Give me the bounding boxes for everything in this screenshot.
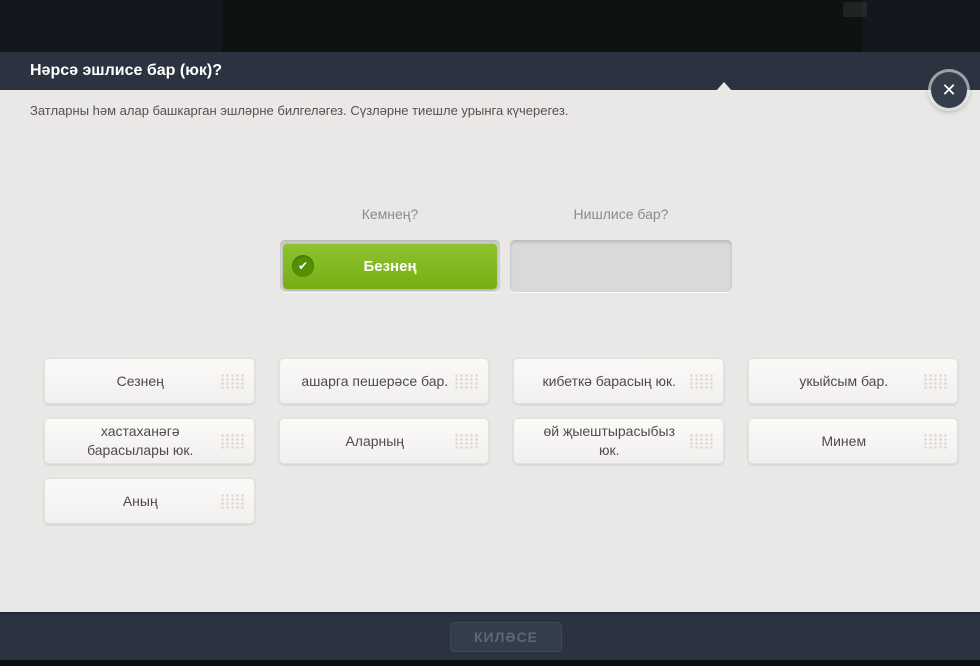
drag-handle-icon (689, 434, 714, 449)
word-card[interactable]: ашарга пешерәсе бар. (279, 358, 490, 404)
placed-answer-card[interactable]: ✔ Безнең (283, 243, 497, 289)
next-button[interactable]: КИЛӘСЕ (450, 622, 562, 652)
word-card[interactable]: хастаханәгә барасылары юк. (44, 418, 255, 464)
drag-handle-icon (923, 374, 948, 389)
word-card-label: Аның (123, 492, 158, 511)
footer-bar: КИЛӘСЕ (0, 612, 980, 660)
word-card[interactable]: кибеткә барасың юк. (513, 358, 724, 404)
word-card-label: кибеткә барасың юк. (542, 372, 676, 391)
word-card-label: укыйсым бар. (799, 372, 888, 391)
word-card-label: өй җыештырасыбыз юк. (532, 422, 687, 460)
drag-handle-icon (220, 434, 245, 449)
word-card-label: Аларның (345, 432, 404, 451)
dropzone-right[interactable] (510, 240, 732, 292)
column-label-left: Кемнең? (280, 206, 500, 222)
exercise-header-bar: Нәрсә эшлисе бар (юк)? ✔✔✔✔✔✔✔ (0, 52, 980, 90)
word-card[interactable]: өй җыештырасыбыз юк. (513, 418, 724, 464)
word-card[interactable]: Аларның (279, 418, 490, 464)
close-button[interactable]: ✕ (931, 72, 967, 108)
drag-handle-icon (220, 374, 245, 389)
drag-handle-icon (454, 434, 479, 449)
drag-handle-icon (454, 374, 479, 389)
drag-handle-icon (923, 434, 948, 449)
word-card[interactable]: Минем (748, 418, 959, 464)
exercise-content: Затларны һәм алар башкарган эшләрне билг… (0, 90, 980, 612)
word-card-label: ашарга пешерәсе бар. (301, 372, 448, 391)
word-card-label: Сезнең (117, 372, 164, 391)
exercise-title: Нәрсә эшлисе бар (юк)? (30, 52, 222, 90)
word-card[interactable]: Сезнең (44, 358, 255, 404)
background-video-strip (0, 0, 980, 52)
drag-handle-icon (689, 374, 714, 389)
bottom-border-strip (0, 660, 980, 666)
word-bank: Сезнең ашарга пешерәсе бар. кибеткә барасы… (44, 358, 958, 524)
word-card[interactable]: Аның (44, 478, 255, 524)
drag-handle-icon (220, 494, 245, 509)
hd-badge-icon (843, 2, 867, 17)
placed-answer-label: Безнең (363, 258, 416, 275)
word-card[interactable]: укыйсым бар. (748, 358, 959, 404)
word-card-label: Минем (821, 432, 866, 451)
video-frame (222, 0, 862, 52)
task-instruction: Затларны һәм алар башкарган эшләрне билг… (30, 103, 568, 118)
dropzone-left[interactable]: ✔ Безнең (280, 240, 500, 292)
correct-check-icon: ✔ (292, 255, 314, 277)
column-label-right: Нишлисе бар? (510, 206, 732, 222)
word-card-label: хастаханәгә барасылары юк. (63, 422, 218, 460)
